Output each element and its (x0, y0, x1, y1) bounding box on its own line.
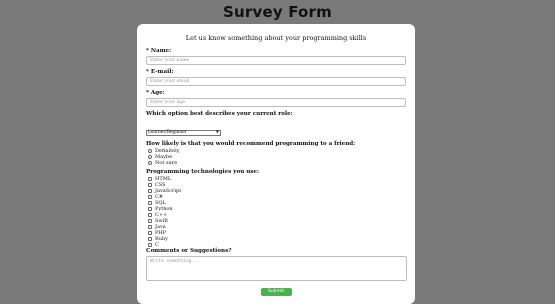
role-label: Which option best describes your current… (146, 111, 293, 117)
checkbox[interactable] (148, 189, 152, 193)
comments-label: Comments or Suggestions? (146, 248, 232, 254)
age-input[interactable]: Enter your age (146, 98, 406, 107)
recommend-option-label: Not sure (155, 160, 178, 166)
role-select[interactable]: Learner/Beginner ▼ (146, 130, 221, 136)
age-label: * Age: (146, 90, 165, 96)
page-title: Survey Form (222, 3, 332, 21)
checkbox[interactable] (148, 237, 152, 241)
submit-button[interactable]: Submit (260, 288, 292, 296)
checkbox[interactable] (148, 243, 152, 247)
name-input[interactable]: Enter your name (146, 56, 406, 65)
checkbox[interactable] (148, 219, 152, 223)
chevron-down-icon: ▼ (215, 129, 219, 134)
recommend-label: How likely is that you would recommend p… (146, 141, 356, 147)
radio-button[interactable] (148, 155, 152, 159)
email-label: * E-mail: (146, 69, 174, 75)
name-label: * Name: (146, 48, 172, 54)
checkbox[interactable] (148, 195, 152, 199)
radio-button[interactable] (148, 161, 152, 165)
form-subtitle: Let us know something about your program… (185, 34, 367, 42)
technologies-label: Programming technologies you use: (146, 169, 260, 175)
checkbox[interactable] (148, 225, 152, 229)
checkbox[interactable] (148, 177, 152, 181)
radio-button[interactable] (148, 149, 152, 153)
checkbox[interactable] (148, 207, 152, 211)
checkbox[interactable] (148, 183, 152, 187)
checkbox[interactable] (148, 201, 152, 205)
checkbox[interactable] (148, 231, 152, 235)
checkbox[interactable] (148, 213, 152, 217)
email-input[interactable]: Enter your email (146, 77, 406, 86)
role-select-value: Learner/Beginner (148, 130, 187, 135)
survey-form: Let us know something about your program… (137, 24, 415, 304)
comments-textarea[interactable] (146, 256, 407, 281)
